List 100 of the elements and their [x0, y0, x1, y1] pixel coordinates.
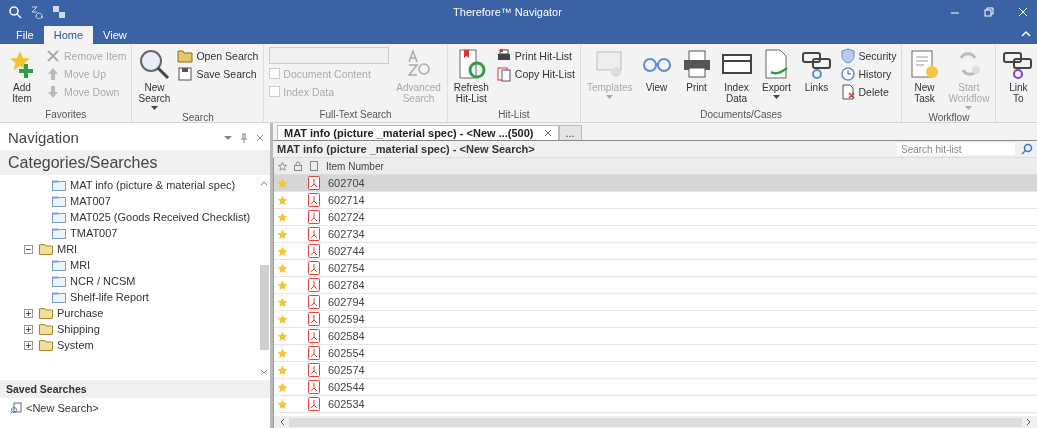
tree-item[interactable]: System [57, 339, 94, 351]
ribbon-tab[interactable]: View [93, 26, 137, 44]
close-icon[interactable] [256, 133, 264, 142]
sort-icon[interactable] [30, 5, 44, 19]
section-title: Saved Searches [0, 380, 270, 398]
table-cell-text: 602714 [327, 194, 365, 206]
column-header[interactable]: Item Number [322, 160, 384, 172]
star-icon[interactable] [276, 177, 288, 189]
star-icon[interactable] [276, 347, 288, 359]
hit-list-row[interactable]: 602554 [274, 345, 1037, 362]
document-tab[interactable]: MAT info (picture _material spec) - <New ...(500) [277, 125, 559, 140]
saved-search-item[interactable]: <New Search> [26, 402, 99, 414]
dropdown-icon[interactable] [224, 134, 232, 141]
star-icon[interactable] [276, 262, 288, 274]
ribbon-button[interactable]: Delete [837, 83, 899, 100]
collapse-ribbon-icon[interactable] [1021, 30, 1031, 38]
ribbon-button[interactable]: Links [797, 46, 836, 109]
section-title: Categories/Searches [0, 150, 270, 175]
ribbon-button[interactable]: New Task [905, 46, 944, 112]
table-cell-text: 602724 [327, 211, 365, 223]
hit-list-row[interactable]: 602714 [274, 192, 1037, 209]
star-icon[interactable] [276, 398, 288, 410]
tree-item[interactable]: MAT025 (Goods Received Checklist) [70, 211, 251, 223]
tree-item[interactable]: MAT007 [70, 195, 111, 207]
star-icon[interactable] [276, 228, 288, 240]
star-icon[interactable] [276, 194, 288, 206]
tree-item[interactable]: MRI [57, 243, 78, 255]
group-label: Full-Text Search [318, 109, 393, 122]
hit-list-row[interactable]: 602734 [274, 226, 1037, 243]
search-item-icon [52, 227, 66, 239]
table-cell-text: 602594 [327, 313, 365, 325]
table-cell-text: 602584 [327, 330, 365, 342]
tree-item[interactable]: MRI [70, 259, 91, 271]
restore-icon[interactable] [983, 6, 995, 18]
hit-list-title: MAT info (picture _material spec) - <New Search> [277, 143, 536, 155]
expander-icon[interactable] [24, 308, 33, 318]
star-icon[interactable] [276, 381, 288, 393]
search-field[interactable]: Search hit-list [897, 143, 1015, 155]
hit-list-row[interactable]: 602584 [274, 328, 1037, 345]
expander-icon[interactable] [24, 244, 33, 254]
ribbon-button[interactable]: Export [757, 46, 796, 109]
search-item-icon [52, 179, 66, 191]
ribbon-button[interactable]: Index Data [717, 46, 756, 109]
pdf-icon [308, 227, 320, 241]
ribbon-button[interactable]: History [837, 65, 899, 82]
ribbon-button[interactable]: View [637, 46, 676, 109]
ribbon-tab[interactable]: Home [43, 26, 94, 44]
hit-list-row[interactable]: 602594 [274, 311, 1037, 328]
star-icon[interactable] [276, 330, 288, 342]
ribbon-tab[interactable]: File [6, 26, 44, 44]
ribbon-button[interactable]: Link To [999, 46, 1037, 122]
ribbon-button[interactable]: Refresh Hit-List [450, 46, 492, 109]
hit-list-row[interactable]: 602754 [274, 260, 1037, 277]
tree-item[interactable]: TMAT007 [70, 227, 118, 239]
ribbon-button[interactable]: Copy Hit-List [493, 65, 577, 82]
star-icon[interactable] [276, 364, 288, 376]
hit-list-row[interactable]: 602784 [274, 277, 1037, 294]
scroll-right-icon[interactable] [1026, 418, 1031, 426]
ribbon-button[interactable]: Add Item [3, 46, 41, 109]
star-icon[interactable] [276, 211, 288, 223]
star-icon[interactable] [276, 313, 288, 325]
scrollbar-thumb[interactable] [289, 417, 1022, 427]
hit-list-row[interactable]: 602534 [274, 396, 1037, 413]
tree-item[interactable]: Shelf-life Report [70, 291, 149, 303]
scroll-down-icon[interactable] [260, 369, 268, 374]
hit-list-row[interactable]: 602794 [274, 294, 1037, 311]
caret-icon[interactable] [150, 106, 158, 110]
star-icon[interactable] [276, 296, 288, 308]
hit-list-row[interactable]: 602724 [274, 209, 1037, 226]
expander-icon[interactable] [24, 340, 33, 350]
star-icon[interactable] [276, 245, 288, 257]
tree-item[interactable]: Purchase [57, 307, 104, 319]
ribbon-button[interactable]: Print Hit-List [493, 47, 577, 64]
caret-icon[interactable] [773, 95, 780, 99]
ribbon-button[interactable]: Print [677, 46, 716, 109]
ribbon-button[interactable]: Open Search [175, 47, 261, 64]
task-icon [908, 48, 941, 80]
search-icon[interactable] [1021, 143, 1033, 155]
ribbon-button[interactable]: Save Search [175, 65, 261, 82]
search-icon[interactable] [8, 5, 22, 19]
document-tab[interactable]: ... [558, 125, 582, 140]
ribbon-button[interactable]: Security [837, 47, 899, 64]
scrollbar-thumb[interactable] [259, 265, 269, 350]
hit-list-row[interactable]: 602544 [274, 379, 1037, 396]
hit-list-row[interactable]: 602704 [274, 175, 1037, 192]
hit-list-row[interactable]: 602744 [274, 243, 1037, 260]
close-icon[interactable] [543, 129, 552, 137]
scroll-left-icon[interactable] [280, 418, 285, 426]
tree-item[interactable]: MAT info (picture & material spec) [70, 179, 236, 191]
hit-list-row[interactable]: 602574 [274, 362, 1037, 379]
scroll-up-icon[interactable] [260, 181, 268, 186]
ribbon-button[interactable]: New Search [135, 46, 174, 112]
tree-item[interactable]: Shipping [57, 323, 100, 335]
group-label: Workflow [927, 112, 971, 125]
expander-icon[interactable] [24, 324, 33, 334]
full-text-search-field[interactable] [269, 47, 390, 64]
star-icon[interactable] [276, 279, 288, 291]
grid-icon[interactable] [52, 5, 66, 19]
pin-icon[interactable] [240, 132, 248, 143]
tree-item[interactable]: NCR / NCSM [70, 275, 136, 287]
